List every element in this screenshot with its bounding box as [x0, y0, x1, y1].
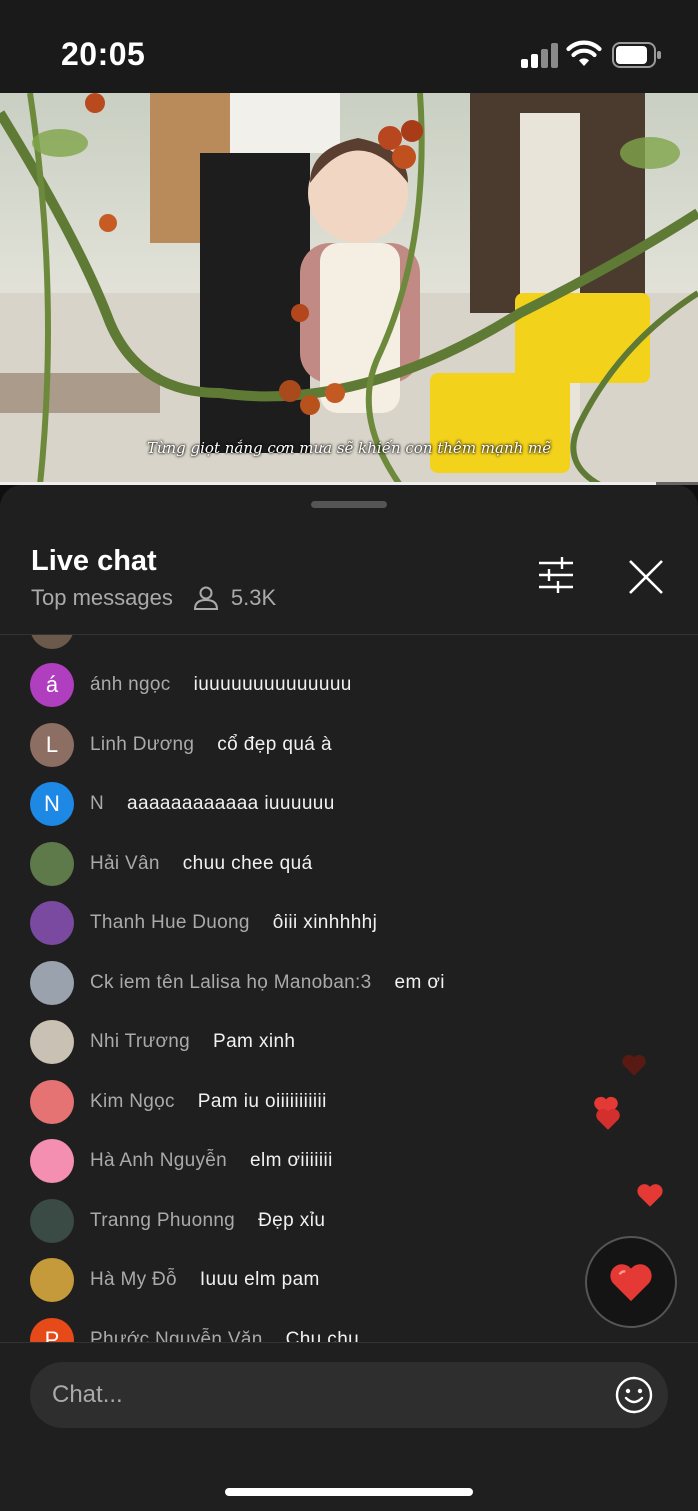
chat-text: elm ơiiiiiii: [250, 1150, 333, 1171]
chat-input-bar[interactable]: [30, 1362, 668, 1428]
viewer-count-value: 5.3K: [230, 585, 277, 610]
avatar[interactable]: [30, 1258, 74, 1302]
heart-icon: [596, 1108, 620, 1130]
chat-author[interactable]: Hải Vân: [90, 853, 160, 875]
chat-message[interactable]: P Phước Nguyễn Văn Chu chu: [30, 1317, 360, 1344]
avatar[interactable]: [30, 1198, 74, 1243]
avatar[interactable]: [30, 1079, 74, 1124]
chat-author[interactable]: ánh ngọc: [90, 674, 171, 696]
chat-text: em ơi: [394, 971, 445, 993]
heart-icon: [610, 1264, 652, 1302]
chat-mode-selector[interactable]: Top messages: [31, 585, 173, 611]
send-heart-button[interactable]: [585, 1236, 677, 1328]
avatar[interactable]: [30, 841, 74, 886]
video-caption: Từng giọt nắng cơn mưa sẽ khiến con thêm…: [146, 439, 552, 457]
cellular-signal-icon: [521, 42, 559, 68]
smiley-icon[interactable]: [615, 1376, 653, 1414]
chat-author[interactable]: Ck iem tên Lalisa họ Manoban:3: [90, 972, 372, 994]
chat-text: aaaaaaaaaaaa iuuuuuu: [127, 793, 335, 814]
chat-text: Chu chu: [285, 1328, 360, 1344]
live-chat-subheader: Top messages 5.3K: [31, 585, 276, 611]
heart-icon: [622, 1054, 646, 1076]
chat-message[interactable]: Hà My Đỗ Iuuu elm pam: [30, 1257, 320, 1303]
chat-author[interactable]: Hà My Đỗ: [90, 1269, 177, 1291]
chat-message[interactable]: L Linh Dương cổ đẹp quá à: [30, 722, 332, 768]
chat-input[interactable]: [52, 1362, 592, 1428]
status-time: 20:05: [61, 36, 146, 72]
live-chat-title: Live chat: [31, 545, 157, 577]
avatar[interactable]: [30, 901, 74, 945]
chat-message[interactable]: Ck iem tên Lalisa họ Manoban:3 em ơi: [30, 960, 445, 1006]
chat-message[interactable]: Tranng Phuonng Đẹp xỉu: [30, 1198, 325, 1244]
avatar[interactable]: [30, 960, 74, 1005]
chat-author[interactable]: Thanh Hue Duong: [90, 912, 250, 934]
chat-text: Pam xinh: [213, 1031, 296, 1052]
sliders-icon[interactable]: [536, 557, 576, 593]
avatar[interactable]: á: [30, 663, 74, 707]
chat-author[interactable]: Hà Anh Nguyễn: [90, 1150, 227, 1172]
chat-message-list[interactable]: á ánh ngọc iuuuuuuuuuuuuuu L Linh Dương cổ đẹ…: [0, 635, 698, 1343]
chat-author[interactable]: Tranng Phuonng: [90, 1210, 235, 1232]
live-chat-panel: Live chat Top messages 5.3K á ánh ngọc i…: [0, 485, 698, 1511]
video-frame: [0, 93, 698, 485]
chat-message[interactable]: Nhi Trương Pam xinh: [30, 1019, 295, 1065]
chat-text: Pam iu oiiiiiiiiiii: [197, 1090, 327, 1112]
chat-author[interactable]: Linh Dương: [90, 734, 194, 756]
chat-text: Đẹp xỉu: [258, 1209, 326, 1231]
chat-text: ôiii xinhhhhj: [272, 912, 378, 933]
battery-icon: [612, 42, 662, 68]
chat-message[interactable]: Kim Ngọc Pam iu oiiiiiiiiiii: [30, 1079, 327, 1125]
chat-text: chuu chee quá: [182, 852, 313, 874]
chat-text: cổ đẹp quá à: [217, 733, 332, 755]
avatar[interactable]: [30, 1139, 74, 1183]
chat-text: iuuuuuuuuuuuuuu: [193, 674, 352, 695]
chat-text: Iuuu elm pam: [199, 1269, 320, 1290]
home-indicator: [225, 1488, 473, 1496]
heart-icon: [637, 1184, 663, 1207]
input-divider: [0, 1342, 698, 1343]
wifi-icon: [566, 40, 602, 68]
avatar[interactable]: N: [30, 782, 74, 826]
avatar[interactable]: P: [30, 1317, 74, 1343]
video-player[interactable]: Từng giọt nắng cơn mưa sẽ khiến con thêm…: [0, 93, 698, 485]
chat-message[interactable]: Hà Anh Nguyễn elm ơiiiiiii: [30, 1138, 333, 1184]
chat-message[interactable]: Thanh Hue Duong ôiii xinhhhhj: [30, 900, 377, 946]
person-icon: [193, 586, 218, 610]
chat-author[interactable]: Kim Ngọc: [90, 1091, 175, 1113]
chat-author[interactable]: Phước Nguyễn Văn: [90, 1329, 263, 1344]
chat-message[interactable]: á ánh ngọc iuuuuuuuuuuuuuu: [30, 662, 352, 708]
drag-handle[interactable]: [311, 501, 387, 508]
avatar: [30, 635, 74, 649]
status-bar: 20:05: [0, 0, 698, 93]
chat-author[interactable]: N: [90, 793, 104, 815]
close-icon[interactable]: [626, 557, 666, 597]
chat-message[interactable]: Hải Vân chuu chee quá: [30, 841, 313, 887]
chat-author[interactable]: Nhi Trương: [90, 1031, 190, 1053]
avatar[interactable]: L: [30, 722, 74, 767]
chat-message[interactable]: N Naaaaaaaaaaaa iuuuuuu: [30, 781, 335, 827]
viewer-count: 5.3K: [193, 585, 276, 611]
avatar[interactable]: [30, 1020, 74, 1064]
